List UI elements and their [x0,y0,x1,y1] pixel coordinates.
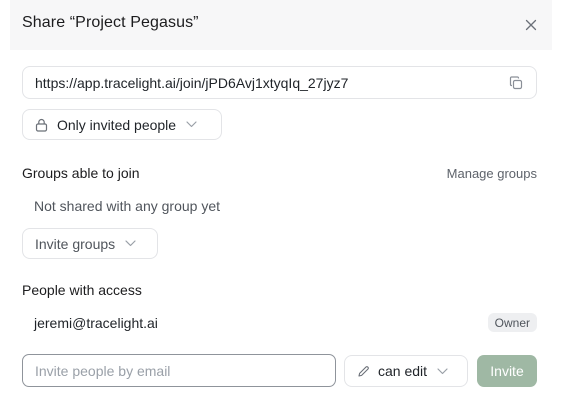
person-email: jeremi@tracelight.ai [34,315,158,331]
access-level-dropdown[interactable]: Only invited people [22,109,222,140]
invite-groups-label: Invite groups [35,235,116,252]
share-link-url: https://app.tracelight.ai/join/jPD6Avj1x… [35,74,349,91]
close-icon[interactable] [522,16,540,34]
invite-groups-dropdown[interactable]: Invite groups [22,228,158,259]
groups-section-label: Groups able to join [22,165,140,181]
share-dialog: Share “Project Pegasus” https://app.trac… [10,0,552,408]
chevron-down-icon [437,365,449,377]
access-level-value: Only invited people [57,116,177,133]
people-section-label: People with access [22,282,142,298]
invite-email-input[interactable] [22,354,336,387]
chevron-down-icon [186,119,198,131]
chevron-down-icon [125,238,137,250]
dialog-title: Share “Project Pegasus” [22,14,199,31]
lock-icon [35,118,49,132]
owner-badge: Owner [487,313,537,332]
pencil-icon [357,364,371,378]
invite-button[interactable]: Invite [477,355,537,387]
permission-dropdown[interactable]: can edit [344,355,468,387]
permission-value: can edit [378,363,428,379]
share-link-field[interactable]: https://app.tracelight.ai/join/jPD6Avj1x… [22,66,537,99]
dialog-header: Share “Project Pegasus” [10,0,552,50]
groups-empty-text: Not shared with any group yet [34,198,220,214]
manage-groups-link[interactable]: Manage groups [447,166,537,181]
copy-icon[interactable] [508,75,524,91]
